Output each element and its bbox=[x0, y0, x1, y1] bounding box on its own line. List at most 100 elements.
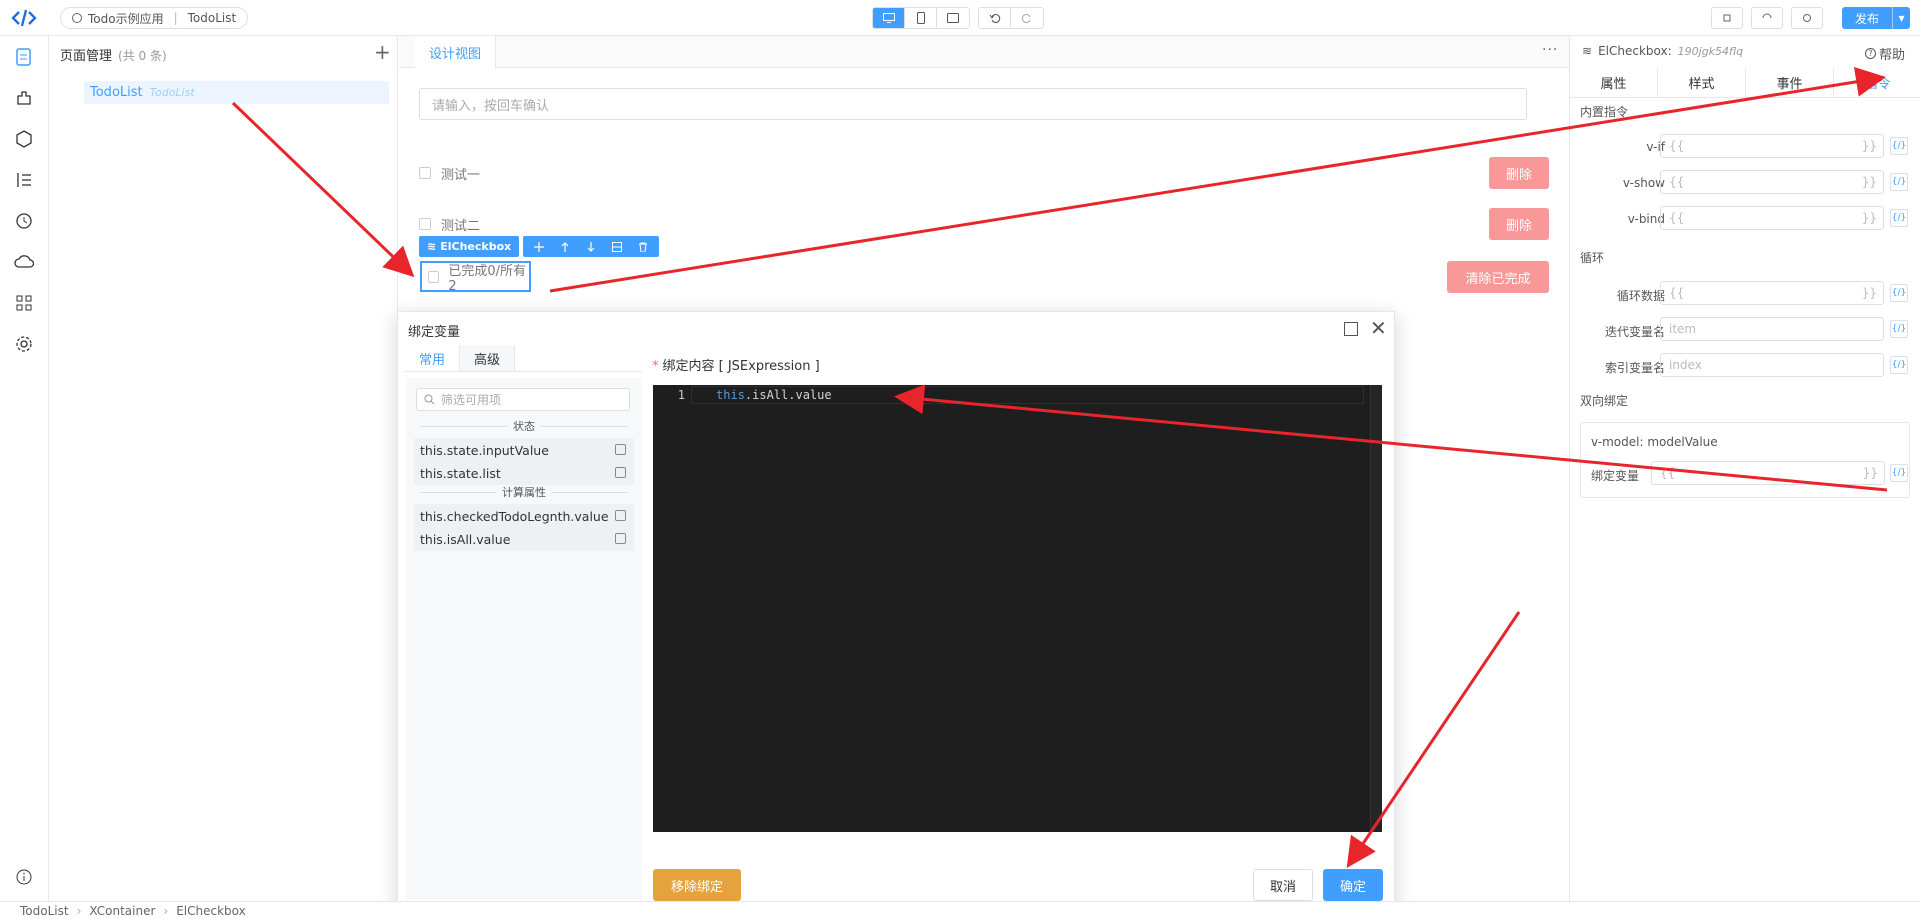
group-label: 状态 bbox=[513, 420, 535, 433]
directive-row-v-bind: v-bind{{}} {/} bbox=[1570, 206, 1920, 232]
move-down-icon[interactable] bbox=[581, 241, 601, 252]
insert-icon[interactable] bbox=[615, 444, 626, 455]
tab-common[interactable]: 常用 bbox=[405, 345, 460, 371]
bind-variable-icon[interactable]: {/} bbox=[1890, 173, 1908, 191]
todo-item[interactable]: 测试一 bbox=[419, 157, 480, 189]
iterator-name-input[interactable]: item bbox=[1660, 317, 1884, 341]
path-item[interactable]: TodoList bbox=[20, 904, 69, 918]
selected-component-tag[interactable]: ≋ ElCheckbox bbox=[419, 236, 520, 257]
add-icon[interactable] bbox=[529, 241, 549, 252]
more-options-icon[interactable]: ··· bbox=[1542, 42, 1558, 58]
v-model-card: v-model: modelValue 绑定变量 {{}} {/} bbox=[1580, 422, 1910, 498]
todo-text: 测试一 bbox=[441, 167, 481, 183]
current-page-name: TodoList bbox=[187, 11, 237, 25]
close-icon[interactable]: ✕ bbox=[1370, 318, 1387, 338]
loop-data-input[interactable]: {{}} bbox=[1660, 281, 1884, 305]
screenshot-icon[interactable] bbox=[1711, 7, 1743, 29]
delete-button[interactable]: 删除 bbox=[1489, 157, 1549, 189]
variable-item[interactable]: this.checkedTodoLegnth.value bbox=[414, 504, 634, 528]
app-logo-icon[interactable] bbox=[10, 6, 38, 30]
v-show-input[interactable]: {{}} bbox=[1660, 170, 1884, 194]
cancel-button[interactable]: 取消 bbox=[1253, 869, 1313, 901]
insert-icon[interactable] bbox=[615, 510, 626, 521]
bind-var-row: 绑定变量 {{}} {/} bbox=[1581, 461, 1911, 487]
todo-checkbox[interactable] bbox=[419, 218, 431, 230]
tab-properties[interactable]: 属性 bbox=[1570, 68, 1658, 97]
maximize-icon[interactable] bbox=[1344, 322, 1358, 336]
pages-icon[interactable] bbox=[12, 45, 36, 69]
filter-input[interactable]: 筛选可用项 bbox=[416, 388, 630, 411]
bind-variable-icon[interactable]: {/} bbox=[1890, 356, 1908, 374]
bind-variable-icon[interactable]: {/} bbox=[1890, 209, 1908, 227]
tablet-view-icon[interactable] bbox=[937, 8, 969, 28]
page-item-route: TodoList bbox=[149, 86, 195, 99]
bind-variable-icon[interactable]: {/} bbox=[1890, 320, 1908, 338]
layers-icon: ≋ bbox=[1582, 44, 1593, 58]
delete-button[interactable]: 删除 bbox=[1489, 208, 1549, 240]
clear-completed-button[interactable]: 清除已完成 bbox=[1447, 261, 1549, 293]
expr-open: {{ bbox=[1669, 286, 1685, 300]
component-box-icon[interactable] bbox=[12, 127, 36, 151]
path-item[interactable]: XContainer bbox=[89, 904, 155, 918]
settings-gear-icon[interactable] bbox=[1791, 7, 1823, 29]
question-icon: ? bbox=[1865, 48, 1876, 59]
loop-row-index: 索引变量名 index {/} bbox=[1570, 353, 1920, 379]
settings-gear-icon[interactable] bbox=[12, 332, 36, 356]
field-label: 循环数据 bbox=[1616, 289, 1665, 303]
api-cloud-icon[interactable] bbox=[12, 250, 36, 274]
selection-toolbar: ≋ ElCheckbox bbox=[419, 236, 660, 257]
path-item[interactable]: ElCheckbox bbox=[176, 904, 246, 918]
redo-icon[interactable] bbox=[1011, 8, 1043, 28]
insert-icon[interactable] bbox=[615, 533, 626, 544]
tab-advanced[interactable]: 高级 bbox=[460, 345, 515, 371]
variable-item[interactable]: this.isAll.value bbox=[414, 527, 634, 551]
todo-input[interactable]: 请输入，按回车确认 bbox=[419, 88, 1527, 120]
wrap-container-icon[interactable] bbox=[607, 241, 627, 252]
help-link[interactable]: ? 帮助 bbox=[1865, 44, 1905, 63]
index-name-input[interactable]: index bbox=[1660, 353, 1884, 377]
tab-styles[interactable]: 样式 bbox=[1658, 68, 1746, 97]
v-model-label: v-model: modelValue bbox=[1591, 435, 1718, 449]
confirm-button[interactable]: 确定 bbox=[1323, 869, 1383, 901]
delete-trash-icon[interactable] bbox=[633, 242, 653, 252]
publish-button[interactable]: 发布 ▾ bbox=[1842, 7, 1910, 29]
bind-variable-icon[interactable]: {/} bbox=[1890, 137, 1908, 155]
mobile-view-icon[interactable] bbox=[905, 8, 937, 28]
variable-item[interactable]: this.state.inputValue bbox=[414, 438, 634, 462]
tab-events[interactable]: 事件 bbox=[1746, 68, 1834, 97]
breadcrumb-separator: | bbox=[173, 11, 178, 25]
tab-directives[interactable]: 指令 bbox=[1834, 68, 1920, 97]
chevron-down-icon[interactable]: ▾ bbox=[1892, 7, 1910, 29]
undo-icon[interactable] bbox=[979, 8, 1011, 28]
apps-grid-icon[interactable] bbox=[12, 291, 36, 315]
app-breadcrumb[interactable]: Todo示例应用 | TodoList bbox=[60, 7, 249, 29]
selected-checkbox[interactable]: 已完成0/所有2 bbox=[420, 261, 531, 294]
checkbox-box[interactable] bbox=[428, 270, 440, 283]
editor-scrollbar[interactable] bbox=[1370, 385, 1382, 832]
bind-variable-icon[interactable]: {/} bbox=[1890, 464, 1908, 482]
bind-variable-input[interactable]: {{}} bbox=[1651, 461, 1885, 485]
bind-variable-icon[interactable]: {/} bbox=[1890, 284, 1908, 302]
component-header: ≋ ElCheckbox: 190jgk54flq bbox=[1582, 44, 1743, 58]
component-path-bar: TodoList › XContainer › ElCheckbox bbox=[0, 901, 1920, 919]
page-list-item[interactable]: TodoList TodoList bbox=[84, 81, 389, 104]
desktop-view-icon[interactable] bbox=[873, 8, 905, 28]
remove-binding-button[interactable]: 移除绑定 bbox=[653, 869, 741, 901]
info-icon[interactable] bbox=[12, 865, 36, 889]
insert-icon[interactable] bbox=[615, 467, 626, 478]
code-editor[interactable]: 1 this.isAll.value bbox=[653, 385, 1382, 832]
v-bind-input[interactable]: {{}} bbox=[1660, 206, 1884, 230]
tab-design-view[interactable]: 设计视图 bbox=[415, 36, 497, 68]
left-nav-rail bbox=[0, 36, 49, 901]
todo-checkbox[interactable] bbox=[419, 167, 431, 179]
plugin-icon[interactable] bbox=[12, 86, 36, 110]
v-if-input[interactable]: {{}} bbox=[1660, 134, 1884, 158]
move-up-icon[interactable] bbox=[555, 241, 575, 252]
outline-tree-icon[interactable] bbox=[12, 168, 36, 192]
add-page-icon[interactable]: + bbox=[374, 42, 391, 62]
expr-close: }} bbox=[1861, 286, 1877, 300]
refresh-icon[interactable] bbox=[1751, 7, 1783, 29]
variable-item[interactable]: this.state.list bbox=[414, 461, 634, 485]
history-icon[interactable] bbox=[12, 209, 36, 233]
selected-component-name: ElCheckbox bbox=[440, 240, 512, 253]
